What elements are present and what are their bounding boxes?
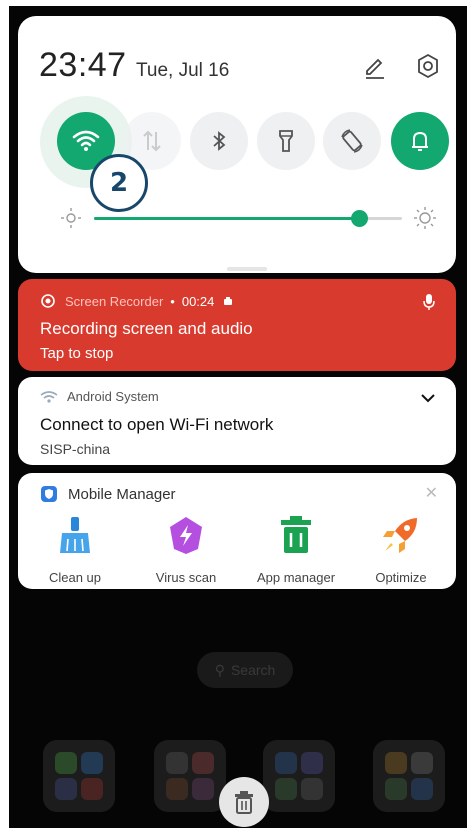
mm-app-label: App manager xyxy=(256,570,336,585)
step-number-badge: 2 xyxy=(90,154,148,212)
clear-all-button[interactable] xyxy=(219,777,269,827)
quick-settings-panel: 23:47 Tue, Jul 16 2 xyxy=(18,16,456,273)
tile-ring-mode[interactable] xyxy=(391,112,449,170)
home-folder[interactable] xyxy=(373,740,445,812)
panel-drag-handle[interactable] xyxy=(227,267,267,271)
home-folder[interactable] xyxy=(154,740,226,812)
broom-icon xyxy=(60,517,90,553)
notification-title: Recording screen and audio xyxy=(40,319,253,338)
search-icon: ⚲ xyxy=(214,661,225,678)
notification-mobile-manager: Mobile Manager ✕ Clean up Virus scan App… xyxy=(18,473,456,589)
search-label: Search xyxy=(230,662,276,678)
wifi-question-icon xyxy=(40,390,58,403)
home-search-bar[interactable]: ⚲ Search xyxy=(197,652,293,688)
notification-app-name: Screen Recorder xyxy=(65,293,164,309)
notification-header: Screen Recorder • 00:24 xyxy=(40,293,234,309)
phone-screen: 23:47 Tue, Jul 16 2 Screen Recorder • 00… xyxy=(9,6,467,828)
notification-screen-recorder[interactable]: Screen Recorder • 00:24 Recording screen… xyxy=(18,279,456,371)
rocket-icon xyxy=(383,518,417,553)
mm-app-clean-up[interactable]: Clean up xyxy=(20,513,130,585)
notification-wifi[interactable]: Android System Connect to open Wi-Fi net… xyxy=(18,377,456,465)
brightness-high-icon xyxy=(414,207,436,229)
tile-auto-rotate[interactable] xyxy=(323,112,381,170)
close-icon[interactable]: ✕ xyxy=(425,483,438,503)
notification-header: Mobile Manager xyxy=(40,485,176,503)
mobile-data-icon xyxy=(143,130,161,152)
brightness-slider-thumb[interactable] xyxy=(350,210,368,227)
trash-can-icon xyxy=(281,516,311,553)
mm-app-virus-scan[interactable]: Virus scan xyxy=(131,513,241,585)
notification-header: Android System xyxy=(40,389,159,404)
notification-subtitle: SISP-china xyxy=(40,441,111,457)
microphone-icon xyxy=(423,294,435,310)
shield-bolt-icon xyxy=(170,517,202,554)
bluetooth-icon xyxy=(213,131,226,151)
gear-icon[interactable] xyxy=(414,52,442,80)
mm-app-label: Clean up xyxy=(48,570,102,585)
wifi-icon xyxy=(72,130,100,151)
brightness-slider-fill xyxy=(94,217,359,220)
bell-icon xyxy=(412,131,428,151)
tile-bluetooth[interactable] xyxy=(190,112,248,170)
notification-app-name: Android System xyxy=(67,389,159,404)
mm-app-label: Virus scan xyxy=(155,570,217,585)
mm-app-optimize[interactable]: Optimize xyxy=(346,513,456,585)
home-folder[interactable] xyxy=(43,740,115,812)
trash-icon xyxy=(235,791,253,814)
brightness-low-icon xyxy=(61,208,81,228)
camera-icon xyxy=(224,297,233,305)
pencil-icon[interactable] xyxy=(361,52,389,80)
tile-flashlight[interactable] xyxy=(257,112,315,170)
mm-app-label: Optimize xyxy=(375,570,427,585)
recording-elapsed-time: 00:24 xyxy=(181,293,215,309)
record-icon xyxy=(41,294,55,308)
flashlight-icon xyxy=(279,130,293,152)
home-folder[interactable] xyxy=(263,740,335,812)
separator: • xyxy=(170,293,175,309)
mobile-manager-shield-icon xyxy=(41,486,57,502)
rotate-icon xyxy=(341,129,363,153)
chevron-down-icon[interactable] xyxy=(420,393,436,403)
date: Tue, Jul 16 xyxy=(136,60,230,81)
mm-app-app-manager[interactable]: App manager xyxy=(241,513,351,585)
clock: 23:47 xyxy=(39,46,127,84)
notification-subtitle: Tap to stop xyxy=(40,345,114,362)
notification-title: Connect to open Wi-Fi network xyxy=(40,415,274,434)
notification-app-name: Mobile Manager xyxy=(68,485,176,503)
brightness-slider[interactable] xyxy=(94,210,402,227)
